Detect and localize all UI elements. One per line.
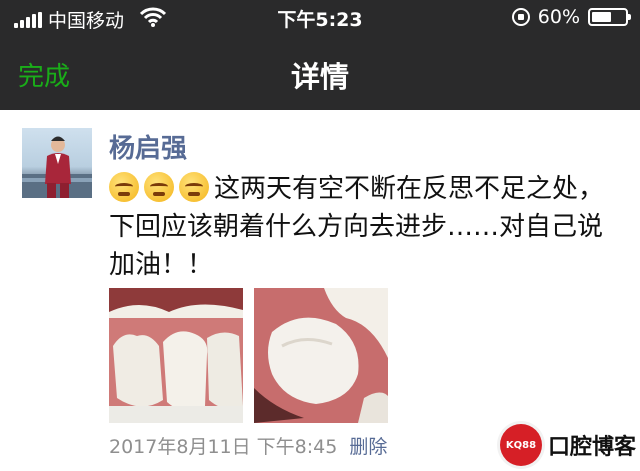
delete-button[interactable]: 删除	[349, 432, 387, 459]
post-meta: 2017年8月11日 下午8:45 删除	[109, 432, 387, 459]
page-title: 详情	[290, 60, 349, 94]
rotation-lock-icon	[511, 8, 530, 26]
frowning-face-emoji	[144, 172, 174, 202]
watermark: KQ88 口腔博客	[500, 424, 636, 466]
teeth-photo-1	[109, 288, 243, 423]
post-text: 这两天有空不断在反思不足之处，下回应该朝着什么方向去进步……对自己说加油！！	[109, 170, 619, 284]
battery-fill	[592, 12, 611, 22]
avatar[interactable]	[22, 128, 92, 198]
avatar-image	[22, 136, 92, 198]
teeth-photo-2	[254, 288, 388, 423]
photo-thumbnail-2[interactable]	[254, 288, 388, 423]
watermark-text: 口腔博客	[548, 435, 637, 460]
username[interactable]: 杨启强	[109, 128, 187, 165]
photo-grid	[109, 288, 389, 423]
header-bar: 中国移动 下午5:23 60% 完成 详情	[0, 0, 640, 110]
battery-icon	[588, 8, 631, 26]
post-timestamp: 2017年8月11日 下午8:45	[109, 436, 338, 458]
status-bar: 中国移动 下午5:23 60%	[0, 0, 640, 36]
battery-percent: 60%	[537, 6, 580, 28]
frowning-face-emoji	[109, 172, 139, 202]
moment-post: 杨启强 这两天有空不断在反思不足之处，下回应该朝着什么方向去进步……对自己说加油…	[0, 110, 640, 471]
frowning-face-emoji	[179, 172, 209, 202]
watermark-logo: KQ88	[500, 424, 542, 466]
photo-thumbnail-1[interactable]	[109, 288, 243, 423]
status-right-group: 60%	[511, 6, 631, 28]
